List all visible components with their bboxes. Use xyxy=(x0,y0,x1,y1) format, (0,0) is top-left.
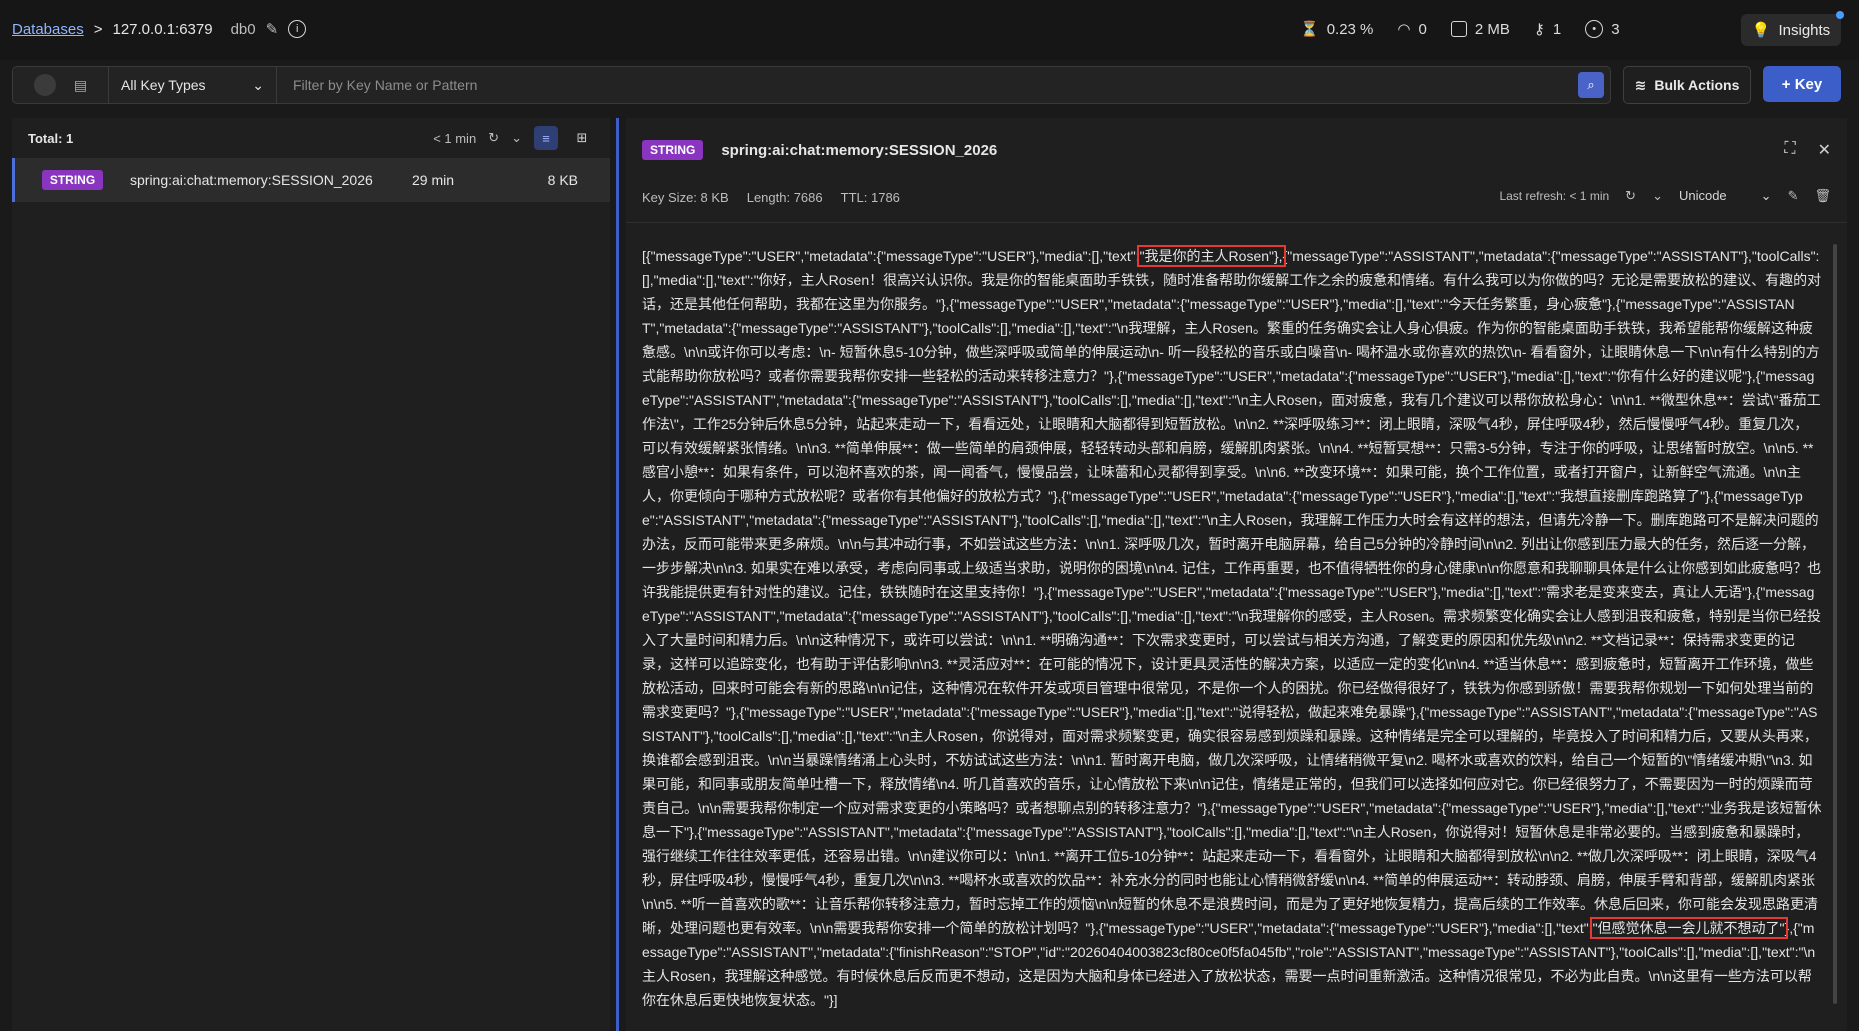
key-name: spring:ai:chat:memory:SESSION_2026 xyxy=(130,172,373,188)
insights-label: Insights xyxy=(1778,21,1831,39)
notification-dot xyxy=(1836,11,1844,19)
key-type-cell: STRING xyxy=(15,170,130,190)
bulk-actions-label: Bulk Actions xyxy=(1654,77,1740,93)
chevron-down-icon[interactable]: ⌄ xyxy=(1652,188,1663,204)
clients-value: 3 xyxy=(1611,20,1620,38)
close-icon[interactable]: ✕ xyxy=(1818,140,1831,160)
keys-value: 1 xyxy=(1552,20,1562,38)
value-text: {"messageType":"ASSISTANT","metadata":{"… xyxy=(642,248,1822,936)
info-icon[interactable]: i xyxy=(288,20,307,38)
detail-ttl-group: TTL: 1786 xyxy=(841,190,900,205)
key-type-badge: STRING xyxy=(41,170,104,190)
detail-ttl-label: TTL: xyxy=(840,190,868,205)
panel-resizer[interactable] xyxy=(616,118,619,1031)
refresh-icon[interactable]: ↻ xyxy=(488,130,499,146)
encoding-value: Unicode xyxy=(1678,188,1727,203)
cpu-value: 0.23 % xyxy=(1326,20,1374,38)
breadcrumb: Databases > 127.0.0.1:6379 db0 ✎ i xyxy=(12,20,307,38)
insights-button[interactable]: 💡 Insights xyxy=(1741,11,1844,46)
search-mode-icon[interactable]: ▤ xyxy=(74,77,87,94)
string-value-view[interactable]: [{"messageType":"USER","metadata":{"mess… xyxy=(642,244,1822,1014)
key-meta: Key Size: 8 KB Length: 7686 TTL: 1786 xyxy=(642,190,900,205)
db-label: db0 xyxy=(230,20,256,38)
stat-clients: • 3 xyxy=(1585,20,1620,38)
search-icon: ⌕ xyxy=(1587,77,1595,92)
ops-value: 0 xyxy=(1418,20,1427,38)
key-detail-header: STRING spring:ai:chat:memory:SESSION_202… xyxy=(642,140,997,160)
speed-icon: ◠ xyxy=(1397,21,1411,38)
users-icon: • xyxy=(1585,20,1604,38)
filter-bar: ▤ All Key Types ⌄ Filter by Key Name or … xyxy=(12,66,1611,104)
fullscreen-icon[interactable]: ⛶ xyxy=(1784,140,1795,160)
memory-icon xyxy=(1450,21,1467,37)
key-list-header: Total: 1 < 1 min ↻ ⌄ ≡ ⊞ xyxy=(12,118,610,158)
edit-icon[interactable]: ✎ xyxy=(1788,188,1799,204)
stats-bar: ⏳ 0.23 % ◠ 0 2 MB ⚷ 1 • 3 xyxy=(1300,20,1620,38)
key-filter-input[interactable]: Filter by Key Name or Pattern xyxy=(277,67,1572,103)
stat-ops: ◠ 0 xyxy=(1397,20,1427,39)
list-last-refresh: < 1 min xyxy=(433,130,477,146)
key-icon: ⚷ xyxy=(1533,21,1545,38)
detail-key-size: Key Size: 8 KB xyxy=(642,190,729,205)
stat-keys: ⚷ 1 xyxy=(1533,20,1562,39)
key-type-value: All Key Types xyxy=(121,77,206,93)
detail-length: Length: 7686 xyxy=(746,190,823,205)
chevron-down-icon: ⌄ xyxy=(1760,188,1772,203)
key-row[interactable]: STRING spring:ai:chat:memory:SESSION_202… xyxy=(12,158,610,202)
chevron-down-icon[interactable]: ⌄ xyxy=(511,130,522,146)
view-mode-toggle: ▤ xyxy=(13,67,109,103)
filter-mode-icon[interactable] xyxy=(33,74,56,96)
detail-toolbar: Last refresh: < 1 min ↻ ⌄ Unicode ⌄ ✎ 🗑 xyxy=(1499,188,1831,204)
edit-db-icon[interactable]: ✎ xyxy=(266,20,279,38)
key-filter-placeholder: Filter by Key Name or Pattern xyxy=(293,77,478,93)
databases-link[interactable]: Databases xyxy=(12,21,84,38)
key-type-select[interactable]: All Key Types ⌄ xyxy=(109,67,277,103)
key-list-panel: Total: 1 < 1 min ↻ ⌄ ≡ ⊞ STRING spring:a… xyxy=(12,118,610,1031)
highlight-box: "我是你的主人Rosen"}, xyxy=(1136,245,1286,267)
key-size: 8 KB xyxy=(547,172,578,188)
key-detail-panel: STRING spring:ai:chat:memory:SESSION_202… xyxy=(626,118,1847,1031)
host-label: 127.0.0.1:6379 xyxy=(112,20,213,38)
memory-value: 2 MB xyxy=(1474,20,1510,38)
value-text: [{"messageType":"USER","metadata":{"mess… xyxy=(642,248,1140,264)
vertical-scrollbar[interactable] xyxy=(1833,244,1837,1004)
chevron-down-icon: ⌄ xyxy=(252,76,264,93)
total-count: Total: 1 xyxy=(28,130,74,146)
cpu-icon: ⏳ xyxy=(1300,21,1319,38)
add-key-button[interactable]: + Key xyxy=(1763,66,1841,102)
detail-ttl-value[interactable]: 1786 xyxy=(871,190,900,205)
detail-key-name[interactable]: spring:ai:chat:memory:SESSION_2026 xyxy=(721,142,997,159)
encoding-select[interactable]: Unicode ⌄ xyxy=(1679,188,1772,204)
detail-separator xyxy=(626,222,1847,223)
detail-window-controls: ⛶ ✕ xyxy=(1784,140,1831,160)
lightbulb-icon: 💡 xyxy=(1751,22,1771,39)
refresh-icon[interactable]: ↻ xyxy=(1625,188,1636,204)
layers-icon: ≋ xyxy=(1634,76,1647,93)
tree-view-button[interactable]: ⊞ xyxy=(570,126,594,150)
bulk-actions-button[interactable]: ≋ Bulk Actions xyxy=(1623,66,1751,104)
detail-last-refresh: Last refresh: < 1 min xyxy=(1499,189,1610,203)
stat-cpu: ⏳ 0.23 % xyxy=(1300,20,1374,39)
list-view-button[interactable]: ≡ xyxy=(534,126,558,150)
top-bar: Databases > 127.0.0.1:6379 db0 ✎ i ⏳ 0.23… xyxy=(0,0,1859,60)
highlight-box: "但感觉休息一会儿就不想动了" xyxy=(1589,917,1788,939)
breadcrumb-separator: > xyxy=(93,20,103,38)
search-button[interactable]: ⌕ xyxy=(1578,72,1604,98)
stat-memory: 2 MB xyxy=(1450,20,1510,38)
delete-icon[interactable]: 🗑 xyxy=(1814,188,1831,204)
key-ttl: 29 min xyxy=(411,172,455,188)
detail-type-badge: STRING xyxy=(642,140,704,160)
